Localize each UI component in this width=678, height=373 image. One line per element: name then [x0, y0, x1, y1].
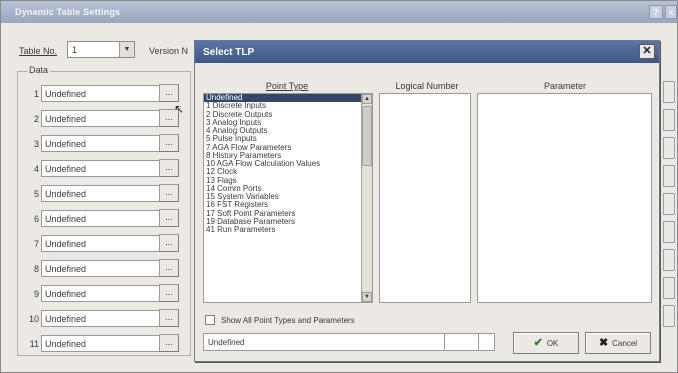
- point-type-list[interactable]: Undefined 1 Discrete Inputs 2 Discrete Out…: [203, 93, 373, 303]
- status-divider: [444, 334, 445, 350]
- select-tlp-dialog: Select TLP ✕ Point Type Logical Number P…: [194, 40, 660, 362]
- right-edge-button[interactable]: [663, 221, 675, 243]
- browse-button[interactable]: ...: [159, 134, 179, 152]
- chevron-down-icon[interactable]: ▼: [119, 42, 134, 57]
- logical-number-header: Logical Number: [395, 81, 459, 91]
- table-no-label: Table No.: [19, 46, 58, 56]
- data-row-field[interactable]: Undefined: [41, 335, 169, 352]
- dialog-titlebar: Select TLP ✕: [195, 41, 659, 63]
- data-row-number: 8: [33, 264, 39, 274]
- browse-button[interactable]: ...: [159, 159, 179, 177]
- data-row-number: 5: [33, 189, 39, 199]
- data-row-number: 4: [33, 164, 39, 174]
- right-edge-button[interactable]: [663, 137, 675, 159]
- data-row-field[interactable]: Undefined: [41, 310, 169, 327]
- data-row-field[interactable]: Undefined: [41, 110, 169, 127]
- scroll-down-icon[interactable]: ▼: [362, 292, 372, 302]
- data-row-number: 11: [29, 339, 39, 349]
- parameter-list[interactable]: [477, 93, 652, 303]
- table-no-value: 1: [72, 45, 78, 55]
- right-edge-button[interactable]: [663, 81, 675, 103]
- ok-button[interactable]: ✔ OK: [513, 332, 579, 354]
- data-row-field[interactable]: Undefined: [41, 285, 169, 302]
- point-type-item[interactable]: 41 Run Parameters: [204, 225, 372, 234]
- checkmark-icon: ✔: [533, 337, 543, 349]
- right-edge-button[interactable]: [663, 305, 675, 327]
- data-row-field[interactable]: Undefined: [41, 85, 169, 102]
- browse-button[interactable]: ...: [159, 184, 179, 202]
- window-titlebar: Dynamic Table Settings ? x: [1, 1, 677, 23]
- window-close-button[interactable]: x: [665, 5, 677, 19]
- data-row-number: 9: [33, 289, 39, 299]
- data-row-field[interactable]: Undefined: [41, 135, 169, 152]
- version-label: Version N: [149, 46, 189, 56]
- window-title: Dynamic Table Settings: [15, 7, 121, 17]
- data-row-field[interactable]: Undefined: [41, 160, 169, 177]
- tlp-status-field: Undefined: [203, 333, 495, 351]
- data-row-field[interactable]: Undefined: [41, 260, 169, 277]
- mouse-pointer-icon: ↖: [174, 102, 185, 116]
- scroll-up-icon[interactable]: ▲: [362, 94, 372, 104]
- show-all-checkbox[interactable]: [205, 315, 215, 325]
- show-all-checkbox-label: Show All Point Types and Parameters: [221, 316, 355, 325]
- data-row-number: 3: [33, 139, 39, 149]
- right-edge-button[interactable]: [663, 193, 675, 215]
- logical-number-list[interactable]: [379, 93, 471, 303]
- data-row-number: 10: [28, 314, 39, 324]
- dialog-close-button[interactable]: ✕: [639, 44, 655, 59]
- dialog-title: Select TLP: [203, 47, 255, 58]
- point-type-scrollbar[interactable]: ▲ ▼: [361, 94, 372, 302]
- data-row-field[interactable]: Undefined: [41, 210, 169, 227]
- data-group-label: Data: [27, 65, 51, 75]
- data-row-field[interactable]: Undefined: [41, 235, 169, 252]
- status-divider: [478, 334, 479, 350]
- browse-button[interactable]: ...: [159, 284, 179, 302]
- cancel-button[interactable]: ✖ Cancel: [585, 332, 651, 354]
- scroll-thumb[interactable]: [362, 106, 372, 166]
- browse-button[interactable]: ...: [159, 234, 179, 252]
- cancel-label: Cancel: [612, 339, 638, 348]
- table-no-select[interactable]: 1 ▼: [67, 41, 135, 58]
- data-row-number: 7: [33, 239, 39, 249]
- data-row-number: 6: [33, 214, 39, 224]
- right-edge-button[interactable]: [663, 249, 675, 271]
- ok-label: OK: [546, 339, 559, 348]
- browse-button[interactable]: ...: [159, 84, 179, 102]
- data-row-number: 2: [33, 114, 39, 124]
- help-button[interactable]: ?: [649, 5, 663, 19]
- parameter-header: Parameter: [543, 81, 587, 91]
- data-row-field[interactable]: Undefined: [41, 185, 169, 202]
- status-value: Undefined: [208, 338, 245, 347]
- right-edge-button[interactable]: [663, 277, 675, 299]
- right-edge-button[interactable]: [663, 165, 675, 187]
- point-type-header: Point Type: [265, 81, 309, 91]
- x-icon: ✖: [598, 337, 609, 349]
- right-edge-button[interactable]: [663, 109, 675, 131]
- browse-button[interactable]: ...: [159, 259, 179, 277]
- browse-button[interactable]: ...: [159, 334, 179, 352]
- data-row-number: 1: [33, 89, 39, 99]
- browse-button[interactable]: ...: [159, 309, 179, 327]
- browse-button[interactable]: ...: [159, 209, 179, 227]
